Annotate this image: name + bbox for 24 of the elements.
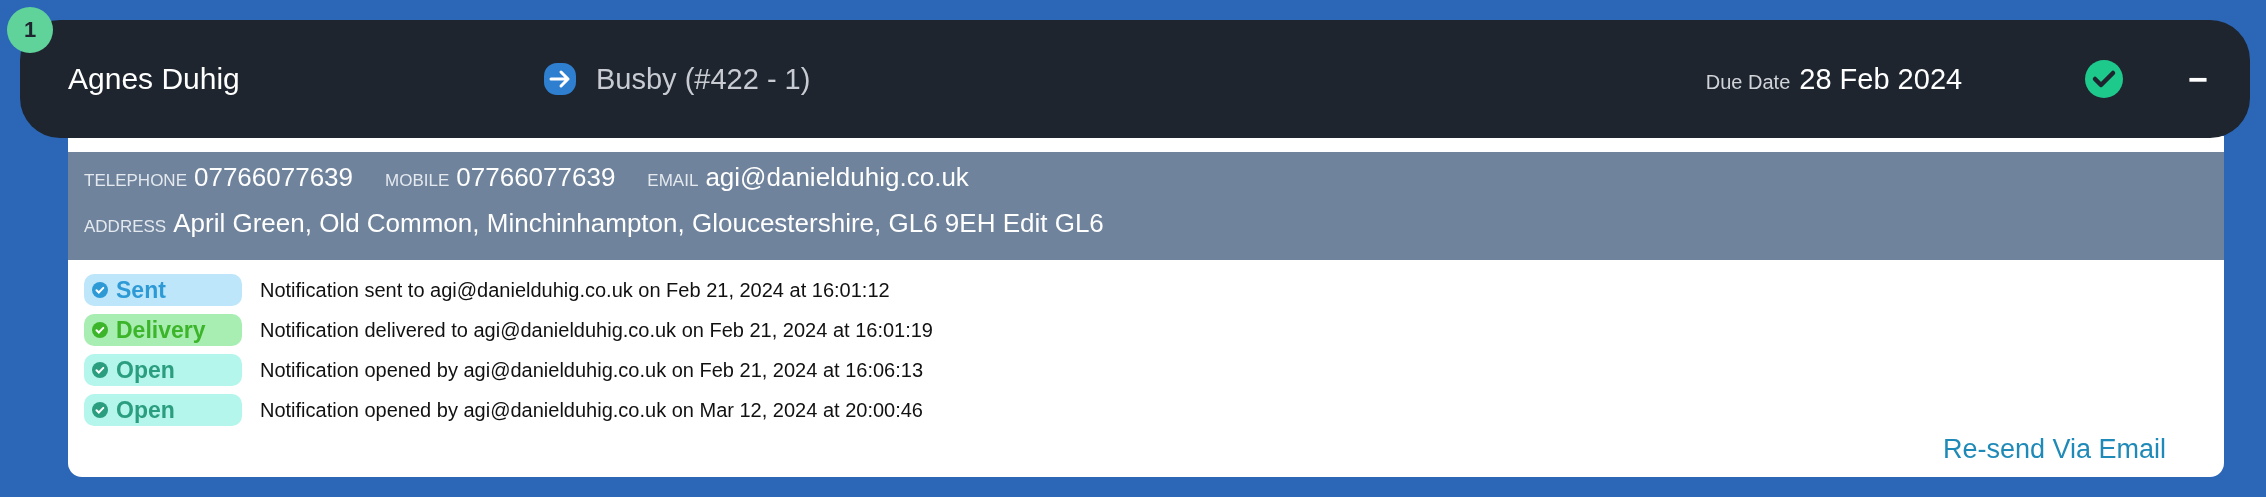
arrow-right-icon[interactable] bbox=[542, 61, 578, 97]
collapse-button[interactable]: − bbox=[2182, 59, 2214, 99]
number-badge: 1 bbox=[7, 7, 53, 53]
status-badge: Delivery bbox=[84, 314, 242, 346]
status-badge: Sent bbox=[84, 274, 242, 306]
status-badge: Open bbox=[84, 394, 242, 426]
field-value: 07766077639 bbox=[194, 162, 354, 193]
event-text: Notification sent to agi@danielduhig.co.uk on Feb 21, 2024 at 16:01:12 bbox=[260, 278, 890, 302]
field-value: 07766077639 bbox=[456, 162, 616, 193]
field-label: TELEPHONE bbox=[84, 171, 187, 191]
customer-name: Agnes Duhig bbox=[68, 62, 241, 96]
field-label: EMAIL bbox=[647, 171, 699, 191]
event-text: Notification delivered to agi@danielduhig.co.uk on Feb 21, 2024 at 16:01:19 bbox=[260, 318, 933, 342]
job-reference: Busby (#422 - 1) bbox=[596, 62, 811, 96]
due-date-label: Due Date bbox=[1705, 70, 1791, 94]
field-value: agi@danielduhig.co.uk bbox=[705, 162, 969, 193]
status-badge: Open bbox=[84, 354, 242, 386]
resend-link[interactable]: Re-send Via Email bbox=[1942, 434, 2166, 465]
address-value: April Green, Old Common, Minchinhampton, Gloucestershire, GL6 9EH Edit GL6 bbox=[173, 208, 1104, 239]
event-text: Notification opened by agi@danielduhig.co.uk on Feb 21, 2024 at 16:06:13 bbox=[260, 358, 923, 382]
due-date: 28 Feb 2024 bbox=[1799, 62, 1963, 96]
address-label: ADDRESS bbox=[84, 217, 167, 237]
field-label: MOBILE bbox=[385, 171, 450, 191]
event-text: Notification opened by agi@danielduhig.co.uk on Mar 12, 2024 at 20:00:46 bbox=[260, 398, 923, 422]
